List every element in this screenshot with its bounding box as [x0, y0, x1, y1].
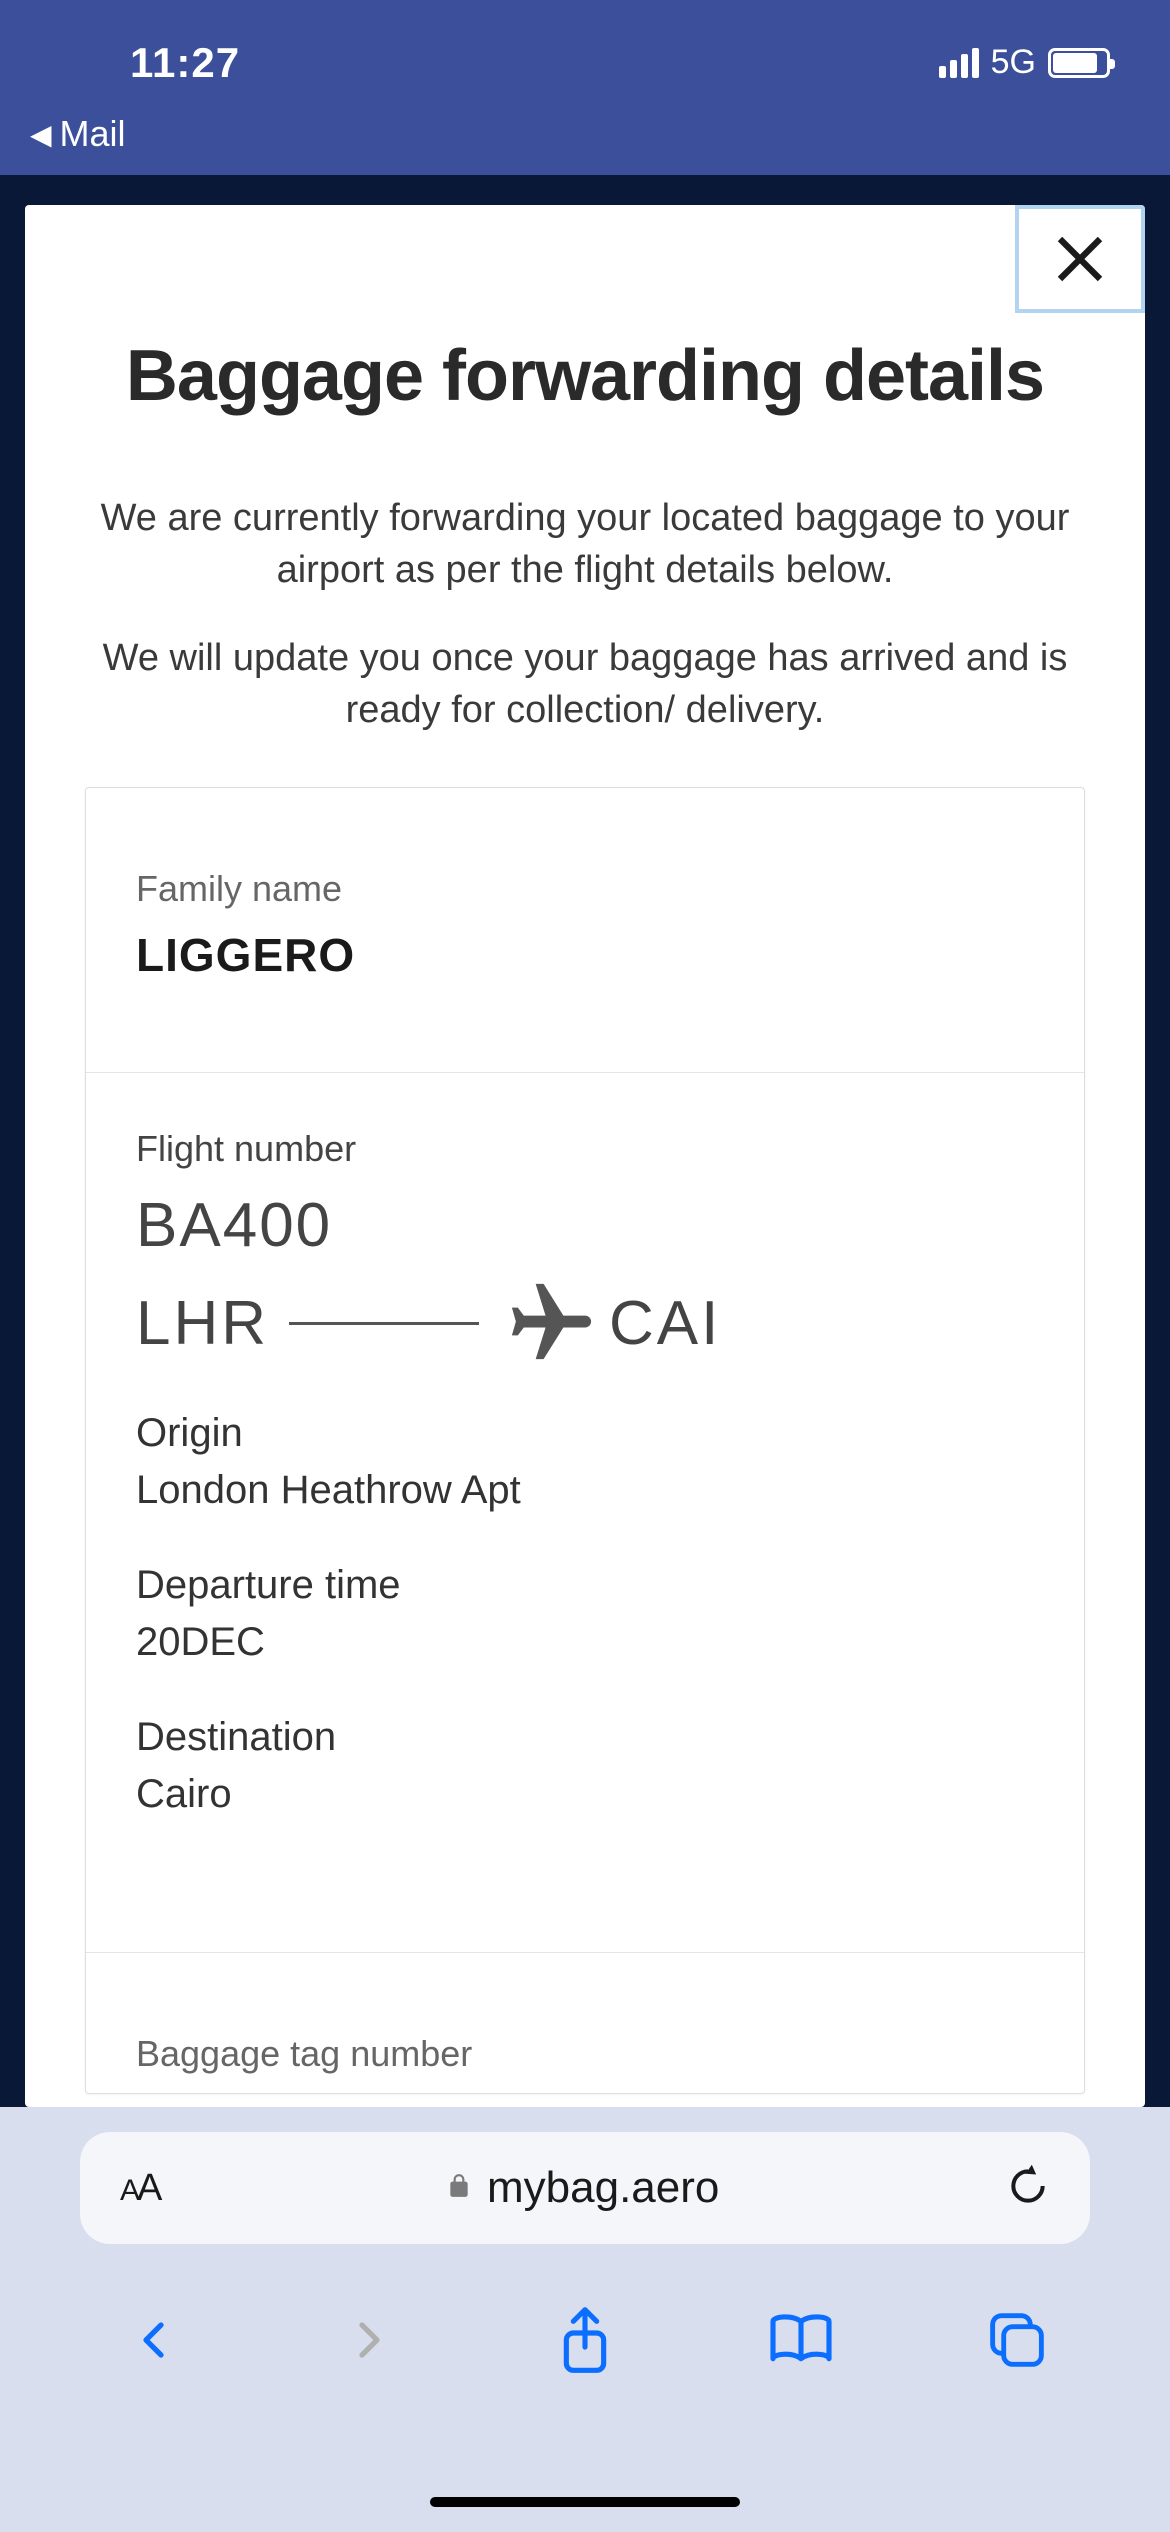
lock-icon [446, 2170, 472, 2207]
departure-time-value: 20DEC [136, 1620, 1034, 1665]
back-app-label: Mail [60, 113, 126, 155]
reload-button[interactable] [1006, 2164, 1050, 2213]
flight-section: Flight number BA400 LHR CAI Origin Londo… [86, 1073, 1084, 1953]
url-text: mybag.aero [487, 2163, 719, 2213]
status-time: 11:27 [130, 39, 240, 87]
flight-number-value: BA400 [136, 1190, 1034, 1261]
status-bar-area: 11:27 5G ◀ Mail [0, 0, 1170, 175]
chevron-right-icon [347, 2311, 392, 2369]
forward-button[interactable] [329, 2300, 409, 2380]
battery-icon [1048, 48, 1110, 78]
destination-value: Cairo [136, 1772, 1034, 1817]
status-bar: 11:27 5G [0, 0, 1170, 95]
origin-value: London Heathrow Apt [136, 1468, 1034, 1513]
route-display: LHR CAI [136, 1276, 1034, 1371]
modal-content: Baggage forwarding details We are curren… [25, 205, 1145, 2094]
book-icon [766, 2311, 836, 2369]
details-card: Family name LIGGERO Flight number BA400 … [85, 787, 1085, 2094]
family-name-section: Family name LIGGERO [86, 788, 1084, 1073]
home-indicator[interactable] [430, 2497, 740, 2507]
bag-tag-section: Baggage tag number [86, 1953, 1084, 2075]
status-indicators: 5G [939, 43, 1110, 82]
close-icon [1050, 229, 1110, 289]
close-button[interactable] [1015, 205, 1145, 313]
bookmarks-button[interactable] [761, 2300, 841, 2380]
share-icon [557, 2304, 613, 2376]
share-button[interactable] [545, 2300, 625, 2380]
tabs-icon [986, 2309, 1048, 2371]
family-name-value: LIGGERO [136, 928, 1034, 982]
back-arrow-icon: ◀ [30, 118, 52, 151]
origin-label: Origin [136, 1411, 1034, 1456]
departure-time-group: Departure time 20DEC [136, 1563, 1034, 1665]
back-to-app-button[interactable]: ◀ Mail [30, 113, 126, 155]
destination-label: Destination [136, 1715, 1034, 1760]
bag-tag-label: Baggage tag number [136, 2033, 1034, 2075]
url-area[interactable]: mybag.aero [159, 2163, 1006, 2213]
route-line [289, 1322, 479, 1325]
family-name-label: Family name [136, 868, 1034, 910]
address-bar[interactable]: AA mybag.aero [80, 2132, 1090, 2244]
reload-icon [1006, 2164, 1050, 2208]
intro-text-1: We are currently forwarding your located… [85, 492, 1085, 597]
origin-code: LHR [136, 1288, 269, 1359]
back-button[interactable] [113, 2300, 193, 2380]
destination-group: Destination Cairo [136, 1715, 1034, 1817]
tabs-button[interactable] [977, 2300, 1057, 2380]
browser-toolbar [0, 2244, 1170, 2394]
chevron-left-icon [131, 2311, 176, 2369]
cellular-signal-icon [939, 48, 979, 78]
modal-page: Baggage forwarding details We are curren… [25, 205, 1145, 2107]
network-type: 5G [991, 43, 1036, 82]
destination-code: CAI [609, 1288, 721, 1359]
airplane-icon [504, 1276, 599, 1371]
browser-chrome: AA mybag.aero [0, 2107, 1170, 2532]
intro-text-2: We will update you once your baggage has… [85, 632, 1085, 737]
departure-time-label: Departure time [136, 1563, 1034, 1608]
page-title: Baggage forwarding details [85, 335, 1085, 417]
origin-group: Origin London Heathrow Apt [136, 1411, 1034, 1513]
flight-number-label: Flight number [136, 1128, 1034, 1170]
text-size-button[interactable]: AA [120, 2167, 159, 2210]
